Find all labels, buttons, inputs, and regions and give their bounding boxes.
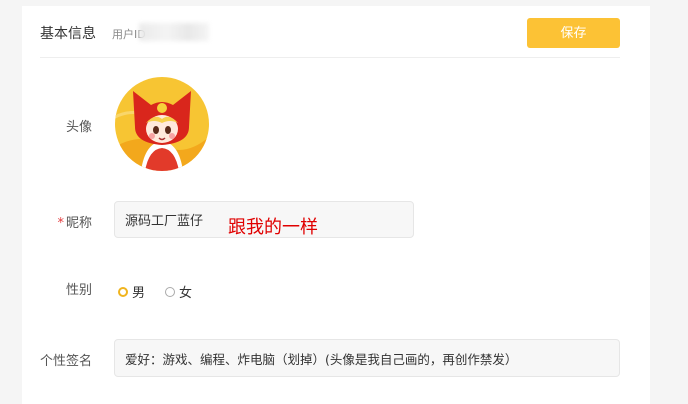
nickname-label: * 昵称 [22, 212, 92, 231]
save-button[interactable]: 保存 [527, 18, 620, 48]
avatar-label: 头像 [65, 120, 92, 135]
radio-checked-icon [118, 286, 128, 297]
profile-card: 基本信息 用户ID 保存 头像 * 昵称 源码工厂蓝仔 跟我的一样 性别 男 女… [22, 6, 650, 404]
signature-label: 个性签名 [39, 354, 92, 369]
nickname-value: 源码工厂蓝仔 [125, 214, 204, 229]
signature-input[interactable]: 爱好：游戏、编程、炸电脑（划掉）(头像是我自己画的，再创作禁发） [114, 339, 620, 377]
section-title: 基本信息 [40, 26, 96, 42]
signature-value: 爱好：游戏、编程、炸电脑（划掉）(头像是我自己画的，再创作禁发） [125, 351, 518, 367]
gender-male-radio[interactable]: 男 [118, 282, 145, 301]
gender-female-radio[interactable]: 女 [165, 282, 192, 301]
red-annotation: 跟我的一样 [228, 217, 318, 238]
radio-unchecked-icon [165, 286, 175, 297]
user-id-value-blurred [139, 23, 209, 41]
gender-female-label: 女 [179, 286, 193, 301]
gender-male-label: 男 [132, 286, 146, 301]
required-mark: * [57, 216, 64, 231]
gender-label: 性别 [65, 283, 92, 298]
avatar[interactable] [115, 77, 209, 171]
header-divider [40, 57, 620, 58]
nickname-label-text: 昵称 [65, 216, 92, 231]
avatar-image [115, 77, 209, 171]
